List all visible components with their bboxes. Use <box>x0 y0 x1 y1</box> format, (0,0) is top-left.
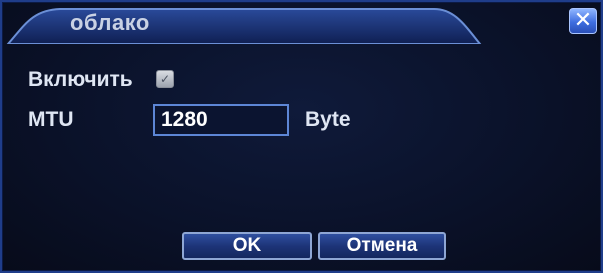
ok-button[interactable]: OK <box>182 232 312 260</box>
enable-label: Включить <box>28 68 133 91</box>
mtu-input[interactable] <box>153 104 289 136</box>
cloud-settings-dialog: облако ✕ Включить ✓ MTU Byte OK Отмена <box>0 0 603 273</box>
close-icon: ✕ <box>573 8 593 33</box>
title-bar: облако ✕ <box>2 2 603 46</box>
dialog-title: облако <box>70 10 150 35</box>
cancel-button[interactable]: Отмена <box>318 232 446 260</box>
mtu-label: MTU <box>28 108 74 131</box>
close-button[interactable]: ✕ <box>569 8 597 34</box>
enable-checkbox[interactable]: ✓ <box>156 70 174 88</box>
check-icon: ✓ <box>159 72 171 86</box>
mtu-unit-label: Byte <box>305 108 351 131</box>
